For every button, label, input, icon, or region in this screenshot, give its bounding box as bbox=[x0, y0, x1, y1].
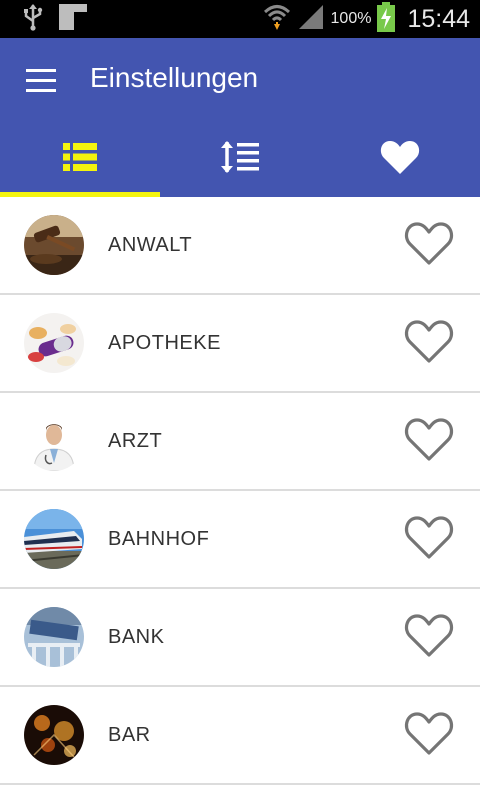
app-bar: Einstellungen bbox=[0, 38, 480, 122]
list-item-label: ARZT bbox=[108, 430, 163, 452]
hamburger-menu-icon[interactable] bbox=[16, 58, 66, 102]
favorite-heart-icon[interactable] bbox=[404, 711, 454, 757]
page-title: Einstellungen bbox=[90, 62, 259, 93]
list-item[interactable]: BAHNHOF bbox=[0, 491, 480, 589]
favorite-heart-icon[interactable] bbox=[404, 515, 454, 561]
list-item[interactable]: BANK bbox=[0, 589, 480, 687]
clock: 15:44 bbox=[407, 4, 470, 33]
battery-percent: 100% bbox=[330, 10, 372, 27]
list-item-label: BANK bbox=[108, 626, 165, 648]
notification-icon bbox=[58, 3, 88, 36]
list-item-label: BAR bbox=[108, 724, 151, 746]
list-icon bbox=[63, 143, 97, 176]
bar-photo bbox=[24, 705, 84, 765]
wifi-icon bbox=[263, 2, 291, 37]
gavel-photo bbox=[24, 215, 84, 275]
sort-icon bbox=[220, 139, 260, 180]
list-item[interactable]: ANWALT bbox=[0, 197, 480, 295]
favorite-heart-icon[interactable] bbox=[404, 613, 454, 659]
tab-bar bbox=[0, 122, 480, 197]
category-list: ANWALT APOTHEKE ARZT BAHNHOF BANK BAR bbox=[0, 197, 480, 785]
battery-charging-icon bbox=[377, 1, 396, 37]
status-bar-right: 100% 15:44 bbox=[263, 0, 470, 38]
doctor-photo bbox=[24, 411, 84, 471]
favorite-heart-icon[interactable] bbox=[404, 417, 454, 463]
bank-photo bbox=[24, 607, 84, 667]
list-item[interactable]: ARZT bbox=[0, 393, 480, 491]
heart-icon bbox=[380, 139, 420, 180]
usb-icon bbox=[22, 3, 44, 36]
favorite-heart-icon[interactable] bbox=[404, 319, 454, 365]
pills-photo bbox=[24, 313, 84, 373]
list-item-label: ANWALT bbox=[108, 234, 193, 256]
favorite-heart-icon[interactable] bbox=[404, 221, 454, 267]
list-item[interactable]: BAR bbox=[0, 687, 480, 785]
list-item-label: APOTHEKE bbox=[108, 332, 221, 354]
signal-icon bbox=[297, 3, 325, 36]
status-bar: 100% 15:44 bbox=[0, 0, 480, 38]
tab-list[interactable] bbox=[0, 122, 160, 197]
status-bar-left bbox=[22, 3, 88, 36]
tab-favorites[interactable] bbox=[320, 122, 480, 197]
list-item-label: BAHNHOF bbox=[108, 528, 210, 550]
list-item[interactable]: APOTHEKE bbox=[0, 295, 480, 393]
tab-sort[interactable] bbox=[160, 122, 320, 197]
train-photo bbox=[24, 509, 84, 569]
